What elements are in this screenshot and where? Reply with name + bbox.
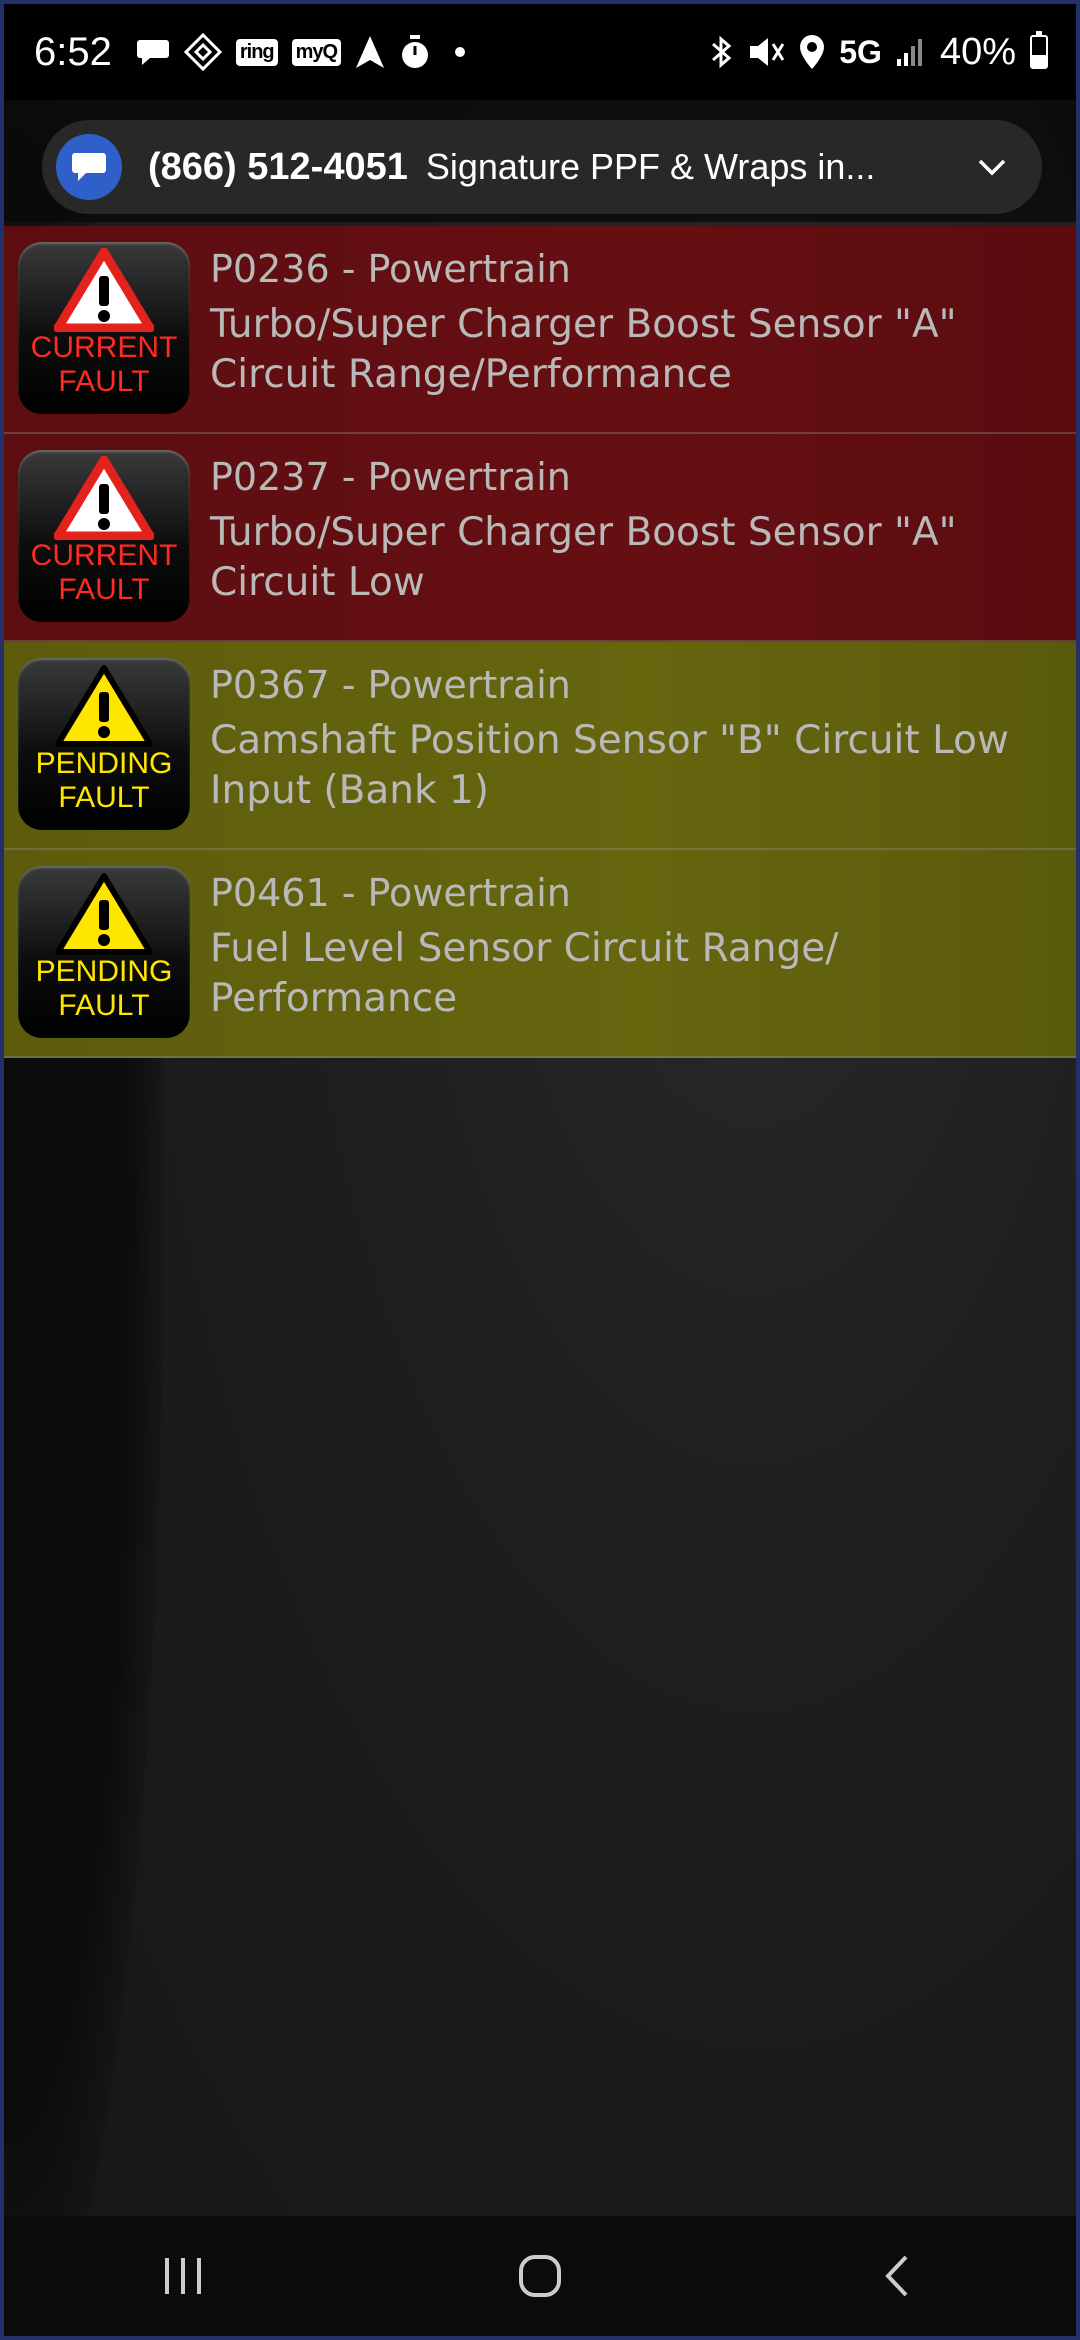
chat-bubble-icon xyxy=(136,37,170,67)
fault-list: CURRENT FAULT P0236 - Powertrain Turbo/S… xyxy=(4,226,1076,1058)
timer-icon xyxy=(399,34,431,70)
warning-triangle-icon xyxy=(55,665,153,747)
current-fault-badge: CURRENT FAULT xyxy=(18,242,190,414)
fault-description-line2: Performance xyxy=(210,976,458,1021)
fault-description-line1: Fuel Level Sensor Circuit Range/ xyxy=(210,926,839,971)
badge-label-line1: PENDING xyxy=(35,955,173,988)
fault-description-line1: Turbo/Super Charger Boost Sensor "A" xyxy=(210,510,957,555)
fault-description: Camshaft Position Sensor "B" Circuit Low… xyxy=(210,716,1056,816)
status-bar-left: 6:52 ring myQ xyxy=(34,29,466,75)
fault-row[interactable]: CURRENT FAULT P0236 - Powertrain Turbo/S… xyxy=(4,226,1076,434)
navigation-bar xyxy=(4,2216,1076,2336)
notification-phone: (866) 512-4051 xyxy=(148,145,408,188)
fault-description: Turbo/Super Charger Boost Sensor "A" Cir… xyxy=(210,508,1056,608)
back-icon xyxy=(885,2255,908,2297)
home-button[interactable] xyxy=(480,2236,600,2316)
recent-apps-button[interactable] xyxy=(123,2236,243,2316)
fault-text: P0461 - Powertrain Fuel Level Sensor Cir… xyxy=(210,868,1056,1024)
fault-description-line1: Turbo/Super Charger Boost Sensor "A" xyxy=(210,302,957,347)
location-icon xyxy=(799,34,825,70)
tag-icon xyxy=(183,33,222,71)
ring-icon: ring xyxy=(235,38,278,66)
status-time: 6:52 xyxy=(34,29,112,74)
battery-icon xyxy=(1030,31,1048,69)
status-bar-right: 5G 40% xyxy=(709,31,1048,74)
recent-apps-icon xyxy=(164,2258,201,2294)
pending-fault-badge: PENDING FAULT xyxy=(18,866,190,1038)
notification-text: Signature PPF & Wraps in... xyxy=(425,146,876,187)
fault-description: Fuel Level Sensor Circuit Range/ Perform… xyxy=(210,924,1056,1024)
fault-row[interactable]: CURRENT FAULT P0237 - Powertrain Turbo/S… xyxy=(4,434,1076,642)
myq-icon: myQ xyxy=(291,38,342,66)
fault-description-line2: Circuit Range/Performance xyxy=(210,352,732,397)
fault-code: P0237 - Powertrain xyxy=(210,455,571,499)
current-fault-badge: CURRENT FAULT xyxy=(18,450,190,622)
more-notifications-dot xyxy=(455,47,466,57)
badge-label-line2: FAULT xyxy=(58,989,150,1022)
home-icon xyxy=(518,2255,561,2297)
warning-triangle-icon xyxy=(55,873,153,955)
screen: 6:52 ring myQ 5G 40% (866) 512-4051 Sign… xyxy=(0,0,1080,2340)
fault-row[interactable]: PENDING FAULT P0367 - Powertrain Camshaf… xyxy=(4,642,1076,850)
fault-code: P0236 - Powertrain xyxy=(210,247,571,291)
signal-icon xyxy=(896,37,926,67)
navigation-arrow-icon xyxy=(355,35,385,69)
badge-label-line2: FAULT xyxy=(58,365,150,398)
pending-fault-badge: PENDING FAULT xyxy=(18,658,190,830)
badge-label-line1: CURRENT xyxy=(30,331,178,364)
battery-percent: 40% xyxy=(939,30,1016,73)
battery-level xyxy=(1032,55,1046,67)
fault-description-line2: Circuit Low xyxy=(210,560,425,605)
fault-description: Turbo/Super Charger Boost Sensor "A" Cir… xyxy=(210,300,1056,400)
status-bar: 6:52 ring myQ 5G 40% xyxy=(4,4,1076,100)
vibrate-mute-icon xyxy=(747,34,785,70)
fault-text: P0367 - Powertrain Camshaft Position Sen… xyxy=(210,660,1056,816)
fault-text: P0237 - Powertrain Turbo/Super Charger B… xyxy=(210,452,1056,608)
fault-code: P0461 - Powertrain xyxy=(210,871,571,915)
badge-label-line1: CURRENT xyxy=(30,539,178,572)
warning-triangle-icon xyxy=(54,248,154,332)
fault-description-line1: Camshaft Position Sensor "B" Circuit Low xyxy=(210,718,1009,763)
back-button[interactable] xyxy=(837,2236,957,2316)
fault-code: P0367 - Powertrain xyxy=(210,663,571,707)
badge-label-line1: PENDING xyxy=(35,747,173,780)
fault-text: P0236 - Powertrain Turbo/Super Charger B… xyxy=(210,244,1056,400)
chevron-down-icon[interactable] xyxy=(972,147,1012,187)
bluetooth-icon xyxy=(709,34,733,70)
network-type: 5G xyxy=(839,33,882,70)
notification-pill[interactable]: (866) 512-4051 Signature PPF & Wraps in.… xyxy=(42,120,1042,214)
chat-bubble-icon xyxy=(56,134,122,200)
warning-triangle-icon xyxy=(54,456,154,540)
fault-row[interactable]: PENDING FAULT P0461 - Powertrain Fuel Le… xyxy=(4,850,1076,1058)
fault-description-line2: Input (Bank 1) xyxy=(210,768,489,813)
badge-label-line2: FAULT xyxy=(58,573,150,606)
badge-label-line2: FAULT xyxy=(58,781,150,814)
